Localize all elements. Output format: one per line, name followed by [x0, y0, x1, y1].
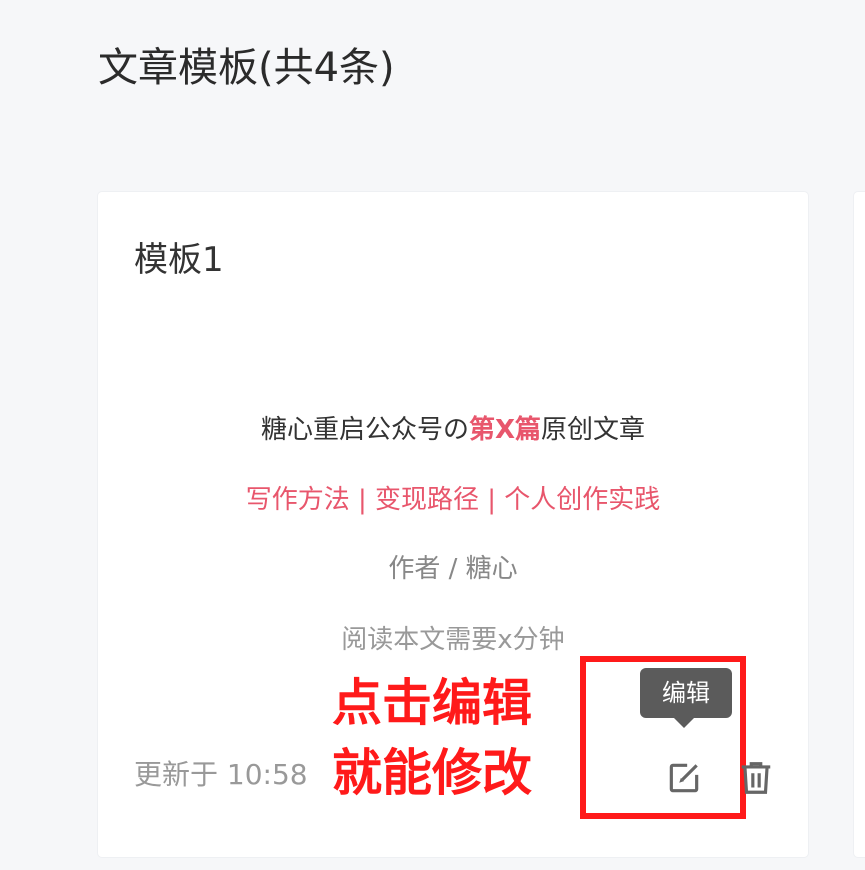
preview-line-3: 作者 / 糖心 — [388, 554, 518, 584]
annotation-line-1: 点击编辑 — [332, 674, 532, 732]
page-title: 文章模板(共4条) — [98, 45, 395, 91]
edit-icon — [669, 763, 699, 793]
annotation-text: 点击编辑 就能修改 — [332, 668, 532, 808]
preview-line-4: 阅读本文需要x分钟 — [341, 625, 565, 655]
annotation-line-2: 就能修改 — [332, 744, 532, 802]
next-template-card[interactable] — [854, 192, 865, 857]
updated-time: 更新于 10:58 — [134, 758, 308, 791]
preview-line-1-accent: 第X篇 — [468, 415, 542, 445]
edit-tooltip: 编辑 — [640, 668, 732, 718]
preview-line-1-prefix: 糖心重启公众号の — [260, 415, 469, 445]
delete-button[interactable] — [736, 758, 776, 798]
template-card[interactable]: 模板1 糖心重启公众号の第X篇原创文章 写作方法 | 变现路径 | 个人创作实践… — [98, 192, 808, 857]
preview-line-2: 写作方法 | 变现路径 | 个人创作实践 — [245, 485, 661, 515]
edit-button[interactable] — [664, 758, 704, 798]
trash-icon — [741, 762, 771, 794]
tooltip-arrow — [674, 718, 694, 728]
preview-line-1: 糖心重启公众号の第X篇原创文章 — [98, 410, 808, 450]
preview-line-1-suffix: 原创文章 — [541, 415, 646, 445]
card-title: 模板1 — [134, 240, 224, 280]
